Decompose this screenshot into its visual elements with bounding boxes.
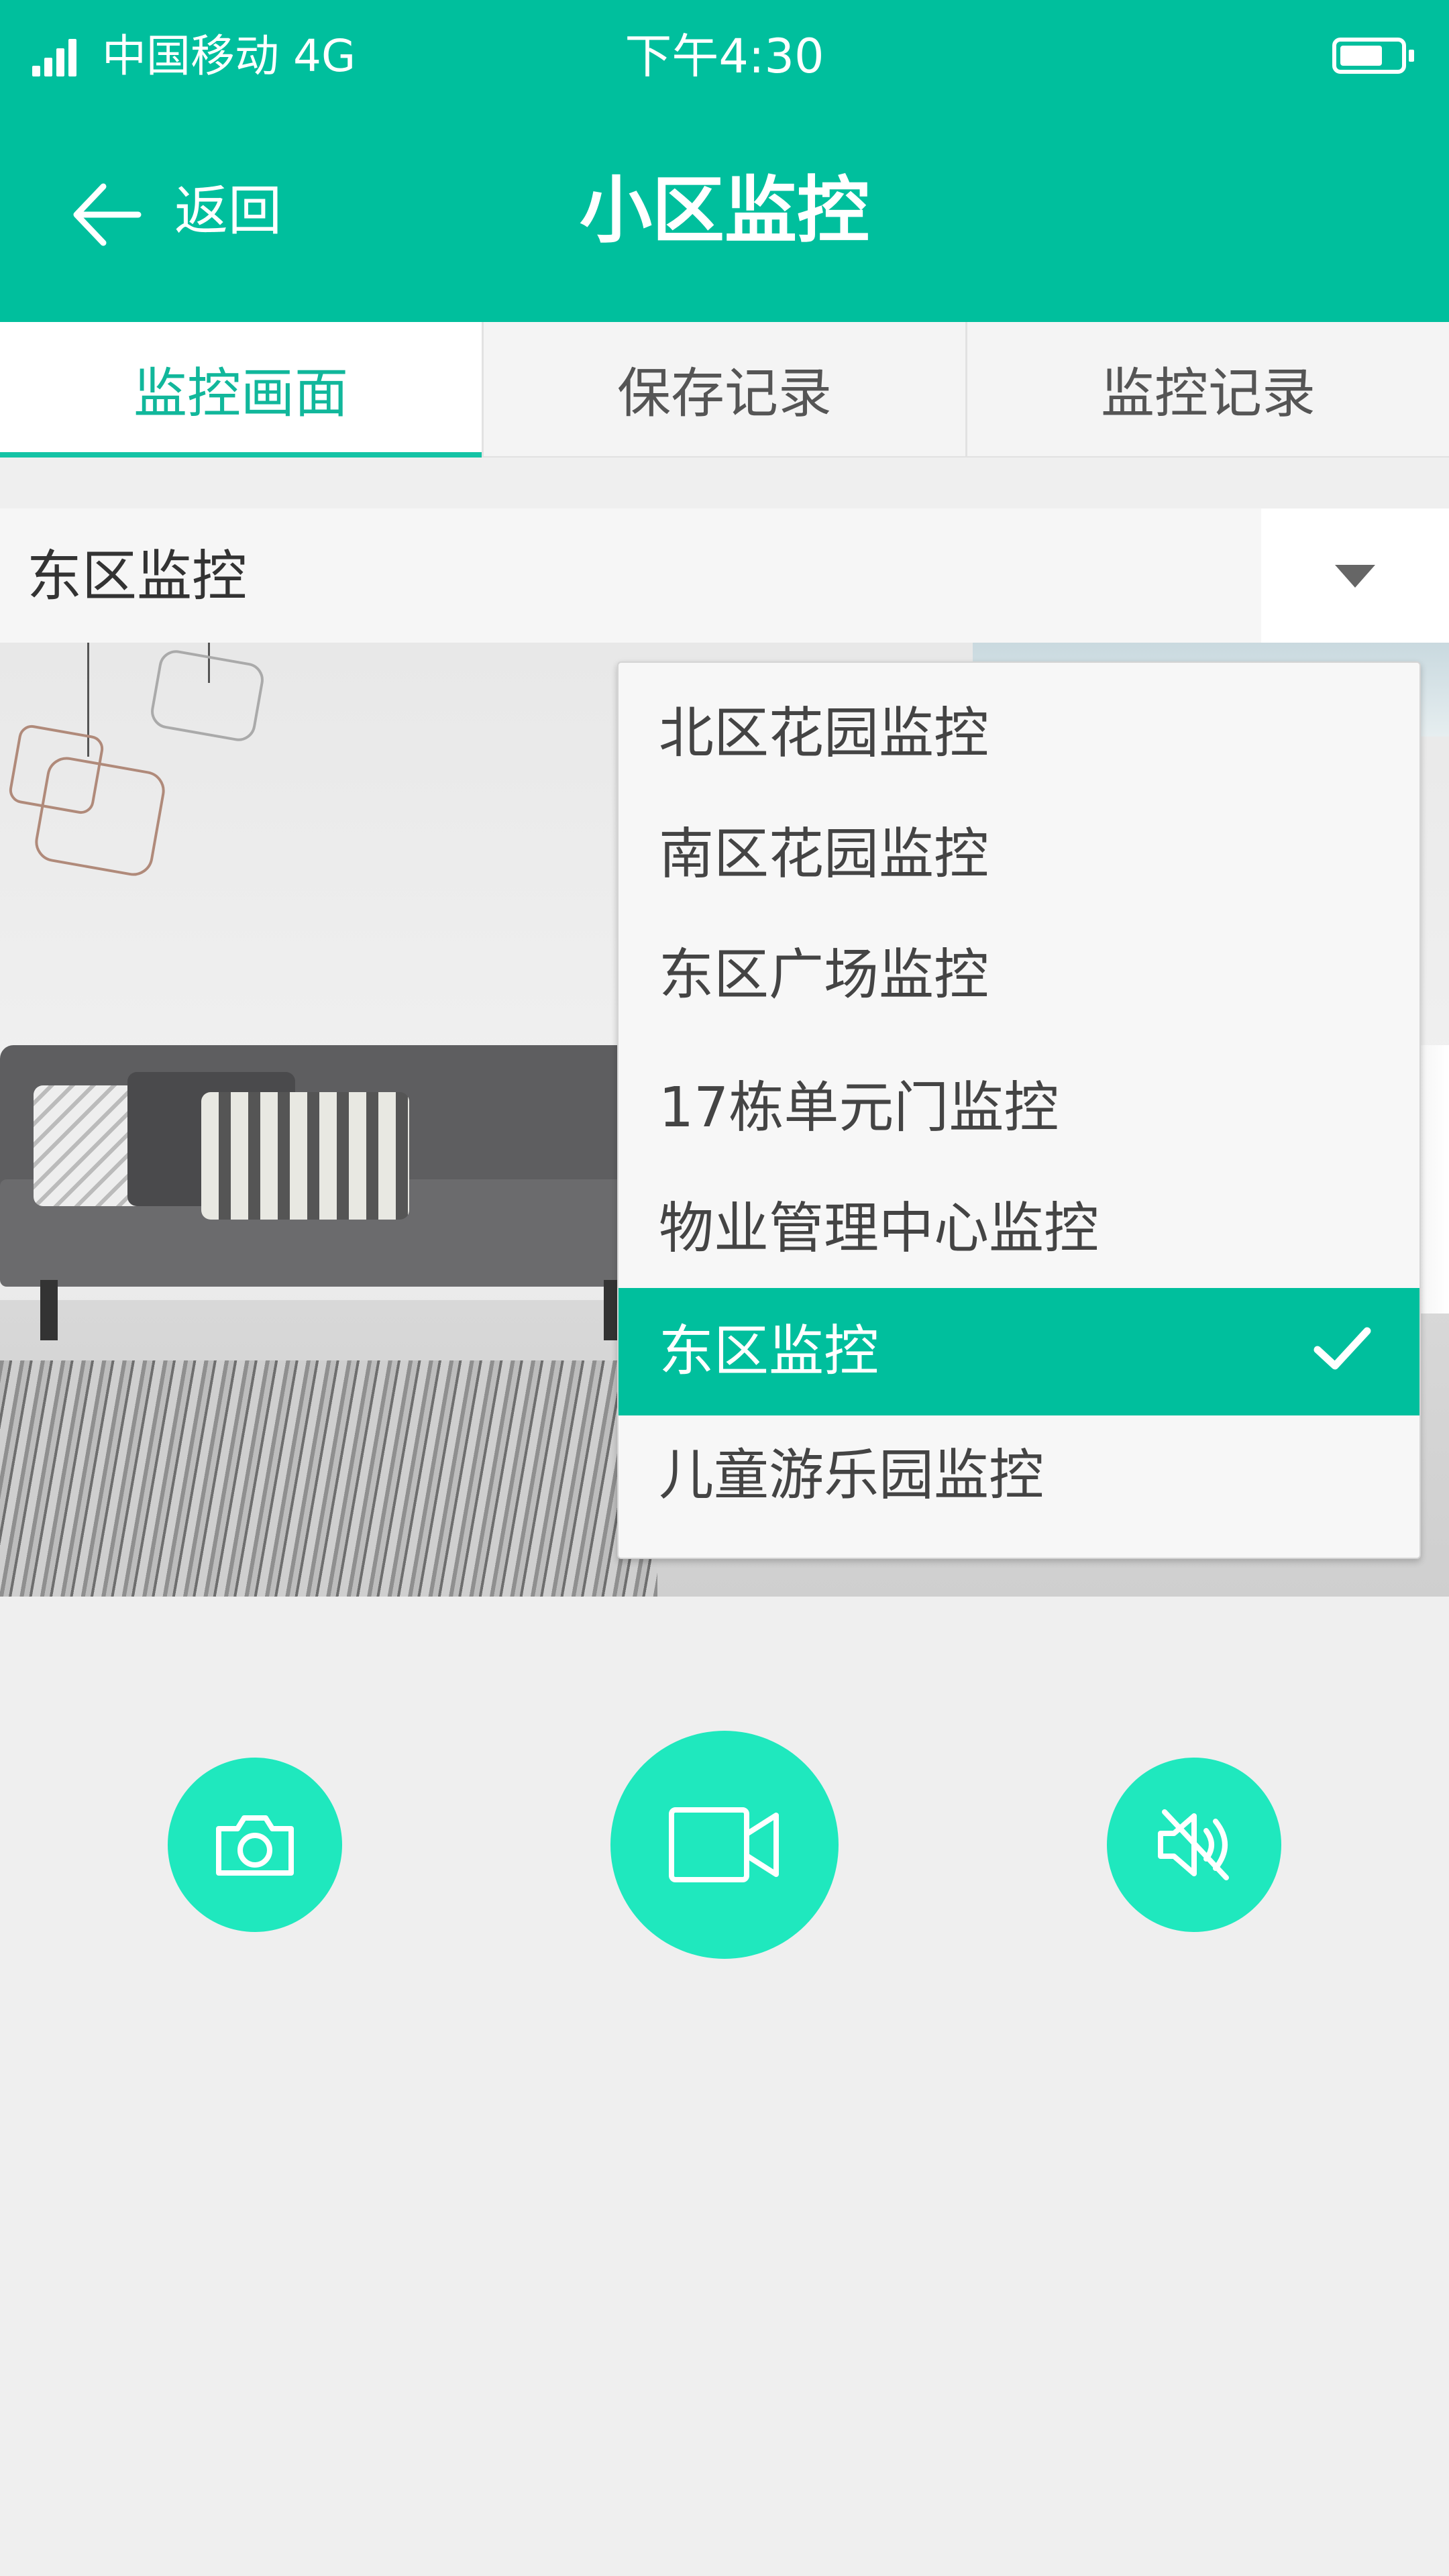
tab-bar: 监控画面 保存记录 监控记录 (0, 322, 1449, 458)
tab-saved-records[interactable]: 保存记录 (484, 322, 967, 456)
dropdown-option[interactable]: 南区花园监控 (619, 794, 1419, 915)
battery-icon (1332, 38, 1414, 74)
clock: 下午4:30 (625, 29, 824, 84)
record-video-button[interactable] (610, 1731, 839, 1959)
dropdown-option[interactable]: 北区花园监控 (619, 674, 1419, 794)
dropdown-option[interactable]: 物业管理中心监控 (619, 1169, 1419, 1289)
caret-down-icon (1335, 565, 1375, 588)
snapshot-button[interactable] (168, 1758, 342, 1932)
camera-icon (216, 1815, 294, 1876)
mute-button[interactable] (1107, 1758, 1281, 1932)
status-bar: 中国移动 4G 下午4:30 (0, 0, 1449, 114)
page-title: 小区监控 (579, 169, 869, 253)
speaker-mute-icon (1158, 1809, 1229, 1880)
dropdown-option[interactable]: 东区广场监控 (619, 915, 1419, 1036)
dropdown-option-selected[interactable]: 东区监控 (619, 1288, 1419, 1415)
dropdown-toggle-button[interactable] (1261, 508, 1449, 643)
camera-selector-value[interactable]: 东区监控 (27, 510, 247, 644)
dropdown-option[interactable]: 17栋单元门监控 (619, 1048, 1419, 1169)
dropdown-option-label: 东区监控 (659, 1320, 879, 1383)
checkmark-icon (1313, 1327, 1371, 1370)
tab-live-view[interactable]: 监控画面 (0, 322, 484, 458)
camera-dropdown-list: 北区花园监控 南区花园监控 东区广场监控 17栋单元门监控 物业管理中心监控 东… (617, 661, 1421, 1559)
video-camera-icon (669, 1807, 779, 1882)
dropdown-option[interactable]: 儿童游乐园监控 (619, 1415, 1419, 1536)
tab-monitor-records[interactable]: 监控记录 (967, 322, 1449, 456)
